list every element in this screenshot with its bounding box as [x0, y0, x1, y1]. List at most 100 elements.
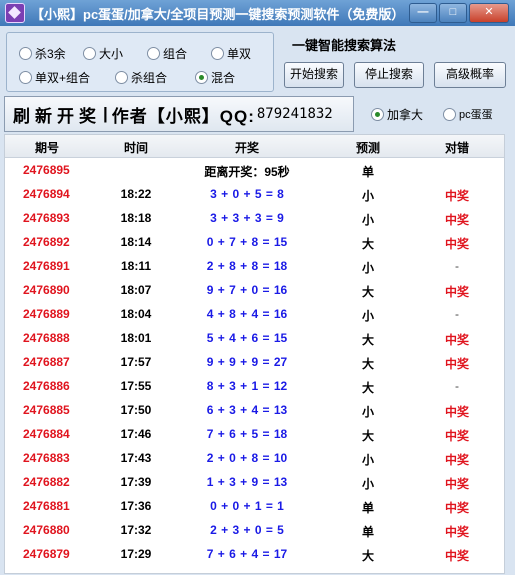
table-row[interactable]: 2476887 17:57 9 + 9 + 9 = 27 大 中奖 [5, 350, 504, 374]
qihao-cell: 2476884 [23, 427, 70, 441]
refresh-label: 刷新开奖 [13, 106, 101, 126]
table-row[interactable]: 2476895 距离开奖：95秒 单 [5, 158, 504, 182]
table-row[interactable]: 2476891 18:11 2 + 8 + 8 = 18 小 - [5, 254, 504, 278]
qq-number: 879241832 [256, 106, 333, 122]
yuce-cell: 小 [361, 189, 374, 203]
duicuo-cell: 中奖 [444, 525, 469, 539]
source-canada-radio[interactable]: 加拿大 [371, 106, 423, 123]
table-row[interactable]: 2476894 18:22 3 + 0 + 5 = 8 小 中奖 [5, 182, 504, 206]
option-sha3yu-radio[interactable]: 杀3余 [19, 45, 66, 62]
qihao-cell: 2476890 [23, 283, 70, 297]
kaijiang-cell: 6 + 3 + 4 = 13 [206, 403, 288, 417]
duicuo-cell: - [455, 379, 459, 393]
source-pcdandan-radio[interactable]: pc蛋蛋 [443, 106, 493, 122]
radio-selected-icon [371, 108, 384, 121]
kaijiang-cell: 0 + 0 + 1 = 1 [210, 499, 284, 513]
kaijiang-cell: 8 + 3 + 1 = 12 [206, 379, 288, 393]
time-cell: 18:04 [120, 307, 152, 321]
table-row[interactable]: 2476888 18:01 5 + 4 + 6 = 15 大 中奖 [5, 326, 504, 350]
yuce-cell: 小 [361, 261, 374, 275]
duicuo-cell: 中奖 [444, 357, 469, 371]
yuce-cell: 小 [361, 309, 374, 323]
refresh-banner[interactable]: 刷新开奖 | 作者【小熙】QQ: 879241832 [4, 96, 354, 132]
yuce-cell: 大 [361, 237, 374, 251]
radio-circle-icon [211, 47, 224, 60]
radio-circle-icon [147, 47, 160, 60]
maximize-button[interactable]: □ [439, 3, 467, 23]
header-time: 时间 [123, 141, 148, 155]
search-panel-title: 一键智能搜索算法 [292, 38, 397, 53]
kaijiang-cell: 2 + 3 + 0 = 5 [210, 523, 284, 537]
kaijiang-cell: 5 + 4 + 6 = 15 [206, 331, 288, 345]
option-label: 组合 [163, 47, 188, 61]
table-row[interactable]: 2476883 17:43 2 + 0 + 8 = 10 小 中奖 [5, 446, 504, 470]
option-danshuang-radio[interactable]: 单双 [211, 45, 251, 62]
radio-selected-icon [195, 71, 208, 84]
duicuo-cell: 中奖 [444, 453, 469, 467]
time-cell: 17:32 [120, 523, 152, 537]
time-cell: 18:22 [120, 187, 152, 201]
kaijiang-cell: 1 + 3 + 9 = 13 [206, 475, 288, 489]
duicuo-cell: 中奖 [444, 285, 469, 299]
kaijiang-cell: 2 + 0 + 8 = 10 [206, 451, 288, 465]
duicuo-cell: 中奖 [444, 237, 469, 251]
yuce-cell: 大 [361, 285, 374, 299]
stop-search-button[interactable]: 停止搜索 [354, 62, 424, 88]
qihao-cell: 2476886 [23, 379, 70, 393]
author-label: 作者【小熙】QQ: [111, 106, 255, 126]
duicuo-cell: 中奖 [444, 333, 469, 347]
kaijiang-cell: 0 + 7 + 8 = 15 [206, 235, 288, 249]
yuce-cell: 单 [361, 165, 374, 179]
kaijiang-cell: 7 + 6 + 4 = 17 [206, 547, 288, 561]
qihao-cell: 2476883 [23, 451, 70, 465]
countdown-cell: 距离开奖：95秒 [204, 165, 290, 179]
kaijiang-cell: 9 + 7 + 0 = 16 [206, 283, 288, 297]
qihao-cell: 2476881 [23, 499, 70, 513]
yuce-cell: 大 [361, 549, 374, 563]
window-controls: — □ ✕ [407, 3, 509, 23]
qihao-cell: 2476894 [23, 187, 70, 201]
kaijiang-cell: 2 + 8 + 8 = 18 [206, 259, 288, 273]
start-search-button[interactable]: 开始搜索 [284, 62, 344, 88]
time-cell: 17:29 [120, 547, 152, 561]
duicuo-cell: 中奖 [444, 501, 469, 515]
table-row[interactable]: 2476880 17:32 2 + 3 + 0 = 5 单 中奖 [5, 518, 504, 542]
option-label: 大小 [99, 47, 124, 61]
time-cell: 18:14 [120, 235, 152, 249]
option-shazuhe-radio[interactable]: 杀组合 [115, 69, 167, 86]
table-row[interactable]: 2476886 17:55 8 + 3 + 1 = 12 大 - [5, 374, 504, 398]
duicuo-cell: - [455, 307, 459, 321]
radio-circle-icon [19, 47, 32, 60]
time-cell: 17:55 [120, 379, 152, 393]
filter-options-panel: 杀3余 大小 组合 单双 单双+组合 杀组合 混合 [6, 32, 274, 92]
table-row[interactable]: 2476879 17:29 7 + 6 + 4 = 17 大 中奖 [5, 542, 504, 566]
option-danshuang-zuhe-radio[interactable]: 单双+组合 [19, 69, 90, 86]
table-row[interactable]: 2476885 17:50 6 + 3 + 4 = 13 小 中奖 [5, 398, 504, 422]
radio-circle-icon [115, 71, 128, 84]
table-row[interactable]: 2476884 17:46 7 + 6 + 5 = 18 大 中奖 [5, 422, 504, 446]
advanced-probability-button[interactable]: 高级概率 [434, 62, 506, 88]
table-row[interactable]: 2476882 17:39 1 + 3 + 9 = 13 小 中奖 [5, 470, 504, 494]
table-row[interactable]: 2476881 17:36 0 + 0 + 1 = 1 单 中奖 [5, 494, 504, 518]
kaijiang-cell: 4 + 8 + 4 = 16 [206, 307, 288, 321]
divider: | [103, 104, 108, 123]
qihao-cell: 2476893 [23, 211, 70, 225]
table-row[interactable]: 2476889 18:04 4 + 8 + 4 = 16 小 - [5, 302, 504, 326]
option-hunhe-radio[interactable]: 混合 [195, 69, 235, 86]
table-row[interactable]: 2476890 18:07 9 + 7 + 0 = 16 大 中奖 [5, 278, 504, 302]
duicuo-cell: - [455, 259, 459, 273]
window-title: 【小熙】pc蛋蛋/加拿大/全项目预测一键搜索预测软件（免费版） [31, 6, 405, 22]
yuce-cell: 小 [361, 477, 374, 491]
table-row[interactable]: 2476892 18:14 0 + 7 + 8 = 15 大 中奖 [5, 230, 504, 254]
option-zuhe-radio[interactable]: 组合 [147, 45, 187, 62]
duicuo-cell: 中奖 [444, 477, 469, 491]
table-body: 2476895 距离开奖：95秒单 2476894 18:22 3 + 0 + 5 = … [5, 158, 504, 566]
option-daxiao-radio[interactable]: 大小 [83, 45, 123, 62]
source-label: 加拿大 [387, 108, 424, 122]
close-button[interactable]: ✕ [469, 3, 509, 23]
table-row[interactable]: 2476893 18:18 3 + 3 + 3 = 9 小 中奖 [5, 206, 504, 230]
minimize-button[interactable]: — [409, 3, 437, 23]
radio-circle-icon [443, 107, 456, 121]
qihao-cell: 2476880 [23, 523, 70, 537]
yuce-cell: 单 [361, 501, 374, 515]
